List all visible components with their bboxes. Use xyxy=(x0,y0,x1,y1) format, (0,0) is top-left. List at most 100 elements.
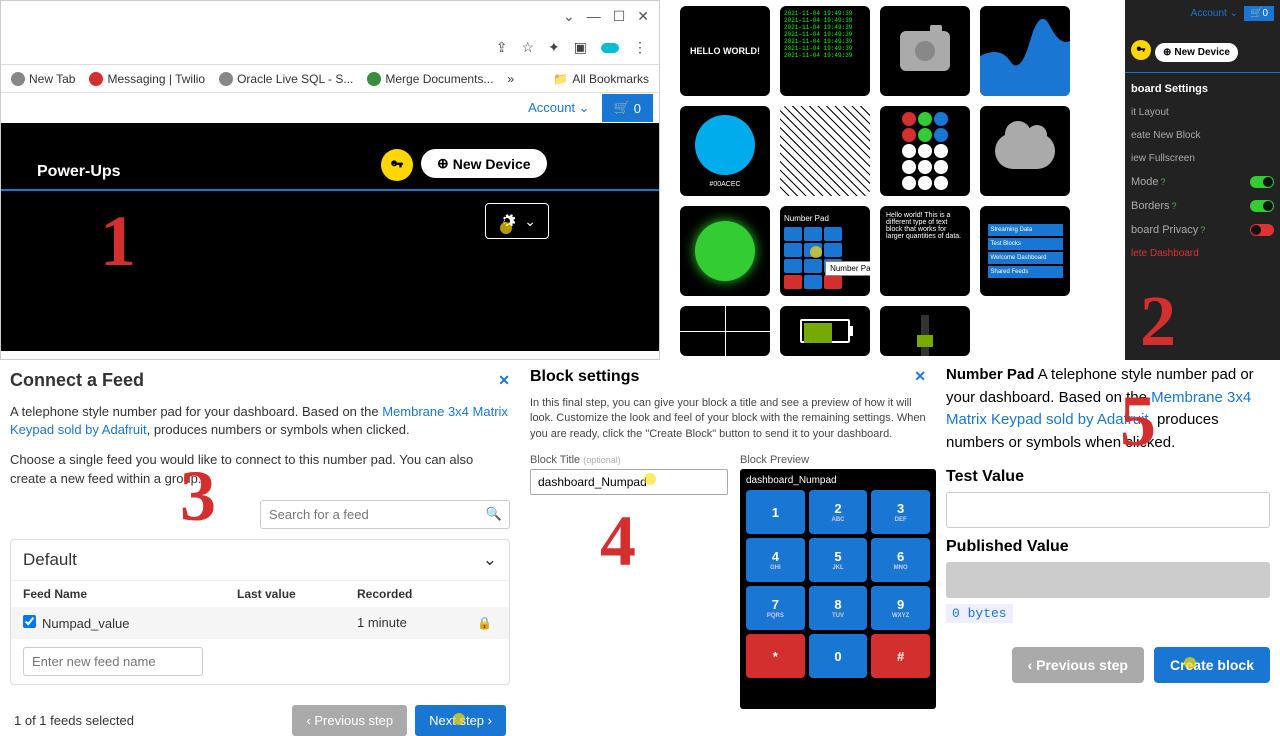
table-row[interactable]: Numpad_value 1 minute🔒 xyxy=(11,607,509,639)
modal-title: Connect a Feed xyxy=(10,370,144,391)
window-controls: ⌄ — ☐ ✕ xyxy=(1,1,659,31)
test-value-label: Test Value xyxy=(946,468,1270,486)
dashboard-title: Power-Ups xyxy=(37,163,121,181)
sidebar-mode-toggle[interactable]: Mode? xyxy=(1131,170,1274,194)
menu-icon[interactable]: ⋮ xyxy=(633,39,647,56)
share-icon[interactable]: ⇪ xyxy=(496,39,508,56)
help-icon: ? xyxy=(1161,177,1166,187)
test-value-input[interactable] xyxy=(946,492,1270,528)
feed-search[interactable]: 🔍 xyxy=(260,500,510,529)
group-header[interactable]: Default⌄ xyxy=(11,540,509,581)
key-icon[interactable] xyxy=(1131,40,1151,60)
key-icon[interactable] xyxy=(381,149,413,181)
preview-label: Block Preview xyxy=(740,454,936,466)
block-battery[interactable] xyxy=(780,306,870,356)
block-stream[interactable]: 2021-11-04 19:49:39 2021-11-04 19:49:39 … xyxy=(780,6,870,96)
block-title-input[interactable] xyxy=(530,469,728,495)
block-image[interactable] xyxy=(880,6,970,96)
annotation-number: 1 xyxy=(100,200,136,283)
chevron-down-icon[interactable]: ⌄ xyxy=(563,8,575,25)
maximize-icon[interactable]: ☐ xyxy=(613,8,626,25)
create-block-button[interactable]: Create block xyxy=(1154,647,1270,683)
help-icon: ? xyxy=(1200,225,1205,235)
star-icon[interactable]: ☆ xyxy=(521,39,534,56)
bookmark-oracle[interactable]: Oracle Live SQL - S... xyxy=(219,72,353,86)
modal-instructions: Choose a single feed you would like to c… xyxy=(10,451,510,487)
minimize-icon[interactable]: — xyxy=(587,8,601,24)
sidebar-edit-layout[interactable]: it Layout xyxy=(1131,101,1274,124)
block-slider[interactable] xyxy=(880,306,970,356)
account-link[interactable]: Account ⌄ xyxy=(528,100,590,116)
feed-checkbox[interactable] xyxy=(23,615,36,628)
block-links[interactable]: Streaming DataTest BlocksWelcome Dashboa… xyxy=(980,206,1070,296)
block-color[interactable]: #00ACEC xyxy=(680,106,770,196)
preview-title: dashboard_Numpad xyxy=(746,475,930,486)
numpad-key[interactable]: # xyxy=(871,634,930,678)
sidebar-delete[interactable]: lete Dashboard xyxy=(1131,242,1274,265)
previous-button[interactable]: ‹ Previous step xyxy=(292,705,407,736)
numpad-key[interactable]: 7PQRS xyxy=(746,586,805,630)
sidebar-borders-toggle[interactable]: Borders? xyxy=(1131,194,1274,218)
bookmarks-more[interactable]: » xyxy=(507,72,514,86)
block-map[interactable] xyxy=(780,106,870,196)
camera-icon xyxy=(900,31,950,71)
numpad-key[interactable]: * xyxy=(746,634,805,678)
description: Number Pad A telephone style number pad … xyxy=(946,364,1270,454)
numpad-key[interactable]: 5JKL xyxy=(809,538,868,582)
block-indicator[interactable] xyxy=(680,206,770,296)
browser-window: ⌄ — ☐ ✕ ⇪ ☆ ✦ ▣ ⋮ New Tab Messaging | Tw… xyxy=(0,0,660,360)
bookmark-merge[interactable]: Merge Documents... xyxy=(367,72,493,86)
block-linechart[interactable] xyxy=(980,6,1070,96)
block-icon[interactable] xyxy=(980,106,1070,196)
cart-button[interactable]: 🛒 0 xyxy=(602,94,653,122)
chevron-down-icon: ⌄ xyxy=(483,550,497,570)
close-icon[interactable]: ✕ xyxy=(914,368,926,386)
extensions-icon[interactable]: ✦ xyxy=(548,39,560,56)
new-device-button[interactable]: ⊕ New Device xyxy=(1155,43,1238,62)
numpad-key[interactable]: 0 xyxy=(809,634,868,678)
mouse-cursor xyxy=(500,222,512,234)
gear-menu[interactable]: ⌄ xyxy=(485,203,549,239)
bytes-badge: 0 bytes xyxy=(946,604,1013,623)
close-icon[interactable]: ✕ xyxy=(637,8,649,25)
published-value-label: Published Value xyxy=(946,538,1270,556)
close-icon[interactable]: ✕ xyxy=(498,372,510,389)
block-title-label: Block Title (optional) xyxy=(530,454,728,466)
published-value-box xyxy=(946,562,1270,598)
sidebar-create-block[interactable]: eate New Block xyxy=(1131,124,1274,147)
next-button[interactable]: Next step › xyxy=(415,705,506,736)
numpad-key[interactable]: 9WXYZ xyxy=(871,586,930,630)
sidebar-privacy-toggle[interactable]: board Privacy? xyxy=(1131,218,1274,242)
block-numpad[interactable]: Number Pad Number Pad xyxy=(780,206,870,296)
numpad-key[interactable]: 4GHI xyxy=(746,538,805,582)
cart-button[interactable]: 🛒0 xyxy=(1244,6,1274,21)
block-gallery: HELLO WORLD! 2021-11-04 19:49:39 2021-11… xyxy=(660,0,1280,360)
bookmark-messaging[interactable]: Messaging | Twilio xyxy=(89,72,205,86)
block-remote[interactable] xyxy=(880,106,970,196)
block-text[interactable]: HELLO WORLD! xyxy=(680,6,770,96)
numpad-key[interactable]: 8TUV xyxy=(809,586,868,630)
panel-icon[interactable]: ▣ xyxy=(574,39,587,56)
new-feed-input[interactable] xyxy=(23,647,203,676)
chevron-down-icon: ⌄ xyxy=(524,213,536,230)
numpad-key[interactable]: 2ABC xyxy=(809,490,868,534)
sidebar-fullscreen[interactable]: iew Fullscreen xyxy=(1131,147,1274,170)
new-device-button[interactable]: ⊕New Device xyxy=(421,149,547,178)
account-bar: Account ⌄ 🛒 0 xyxy=(1,93,659,123)
final-step-panel: Number Pad A telephone style number pad … xyxy=(936,360,1280,720)
block-multitext[interactable]: Hello world! This is a different type of… xyxy=(880,206,970,296)
numpad-key[interactable]: 3DEF xyxy=(871,490,930,534)
numpad-key[interactable]: 1 xyxy=(746,490,805,534)
mouse-cursor xyxy=(1184,657,1196,669)
numpad-key[interactable]: 6MNO xyxy=(871,538,930,582)
account-link[interactable]: Account ⌄ xyxy=(1191,8,1238,19)
divider xyxy=(1,189,659,191)
all-bookmarks[interactable]: 📁All Bookmarks xyxy=(553,72,649,86)
block-crosshair[interactable] xyxy=(680,306,770,356)
extension-pill-icon[interactable] xyxy=(601,43,619,53)
annotation-number: 5 xyxy=(1120,380,1156,463)
search-input[interactable] xyxy=(260,500,510,529)
previous-button[interactable]: ‹ Previous step xyxy=(1012,647,1144,683)
bookmark-newtab[interactable]: New Tab xyxy=(11,72,75,86)
search-icon: 🔍 xyxy=(486,506,502,522)
